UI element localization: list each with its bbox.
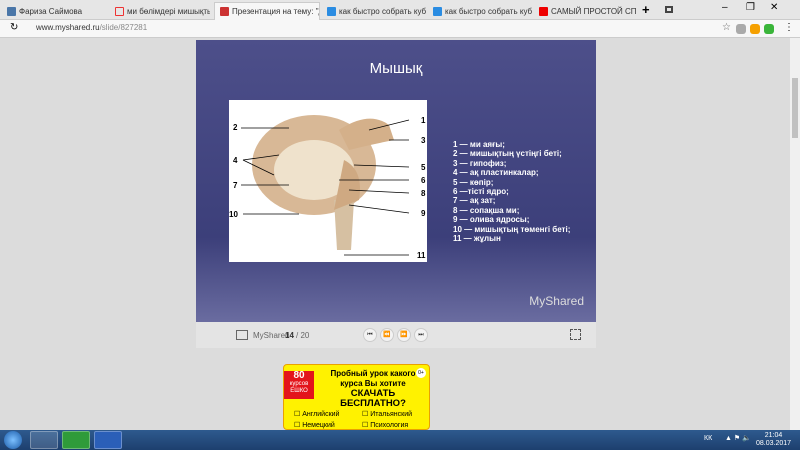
search-icon	[433, 6, 442, 16]
url-input[interactable]: www.myshared.ru/slide/827281	[36, 23, 147, 32]
myshared-logo-icon	[236, 330, 248, 340]
new-tab-button[interactable]: +	[642, 2, 650, 17]
youtube-icon	[539, 6, 548, 16]
first-slide-button[interactable]: ⏮	[363, 328, 377, 342]
restore-button[interactable]: ❐	[746, 2, 755, 13]
close-button[interactable]: ✕	[770, 2, 778, 13]
language-indicator[interactable]: КК	[704, 435, 712, 442]
ad-option[interactable]: ☐ Немецкий	[294, 420, 339, 429]
tab-kubik-2[interactable]: как быстро собрать кубик руб	[428, 2, 532, 20]
scrollbar-thumb[interactable]	[792, 78, 798, 138]
slide-brand-watermark: MyShared	[529, 294, 584, 308]
tab-presentation[interactable]: Презентация на тему: "Дәріс	[214, 2, 320, 20]
address-bar: ↻ www.myshared.ru/slide/827281 ☆ ⋮	[0, 20, 800, 38]
extension-icon[interactable]	[736, 24, 746, 34]
ad-option[interactable]: ☐ Английский	[294, 409, 339, 420]
vk-icon	[7, 6, 16, 16]
app-taskbar-icon[interactable]	[62, 431, 90, 449]
start-button[interactable]	[4, 431, 22, 449]
fullscreen-button[interactable]	[570, 329, 581, 340]
cerebellum-diagram: 2 1 3 4 5 6 7 8 9 10 11	[229, 100, 427, 262]
word-taskbar-icon[interactable]	[94, 431, 122, 449]
prev-slide-button[interactable]: ⏪	[380, 328, 394, 342]
ad-banner[interactable]: 80 курсов ЕШКО 0+ Пробный урок какого курса…	[283, 364, 430, 430]
tray-icons[interactable]: ▲ ⚑ 🔈	[725, 434, 751, 442]
bookmark-star-icon[interactable]: ☆	[722, 22, 731, 33]
taskbar: КК ▲ ⚑ 🔈 21:04 08.03.2017	[0, 430, 800, 450]
slide-title: Мышық	[369, 60, 423, 77]
clock[interactable]: 21:04 08.03.2017	[756, 432, 791, 448]
slide-controls: MyShared 14 / 20 ⏮ ⏪ ⏩ ⏭	[196, 322, 596, 348]
tab-kubik-1[interactable]: как быстро собрать кубик руб	[322, 2, 426, 20]
extension-icon[interactable]	[750, 24, 760, 34]
extension-icon[interactable]	[764, 24, 774, 34]
yandex-icon	[115, 6, 124, 16]
cerebellum-illustration	[241, 115, 410, 256]
slide-legend: 1 — ми аяғы; 2 — мишықтың үстіңгі беті; 3 …	[453, 140, 571, 244]
scrollbar[interactable]	[790, 38, 800, 430]
tab-vk[interactable]: Фариза Саймова	[2, 2, 107, 20]
explorer-taskbar-icon[interactable]	[30, 431, 58, 449]
slide: Мышық 2 1 3 4 5 6 7 8 9 10 11 1 — ми аяғ…	[196, 40, 596, 322]
menu-icon[interactable]: ⋮	[784, 22, 794, 33]
presentation-icon	[220, 7, 229, 16]
last-slide-button[interactable]: ⏭	[414, 328, 428, 342]
tab-list-button[interactable]	[665, 6, 673, 13]
minimize-button[interactable]: –	[722, 2, 728, 13]
search-icon	[327, 6, 336, 16]
next-slide-button[interactable]: ⏩	[397, 328, 411, 342]
tab-search[interactable]: ми бөлімдері мишықтың қызм	[110, 2, 210, 20]
ad-badge: 80 курсов ЕШКО	[284, 371, 314, 399]
tab-youtube[interactable]: САМЫЙ ПРОСТОЙ СПОСОБ	[534, 2, 636, 20]
tab-bar: Фариза Саймова ми бөлімдері мишықтың қыз…	[0, 0, 800, 20]
reload-icon[interactable]: ↻	[10, 22, 18, 33]
ad-option[interactable]: ☐ Итальянский	[362, 409, 412, 420]
ad-option[interactable]: ☐ Психология	[362, 420, 412, 429]
